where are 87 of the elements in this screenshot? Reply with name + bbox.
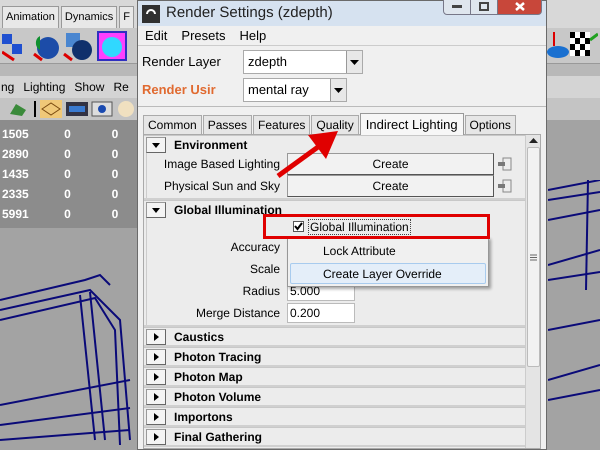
tab[interactable]: Features xyxy=(253,115,310,134)
menu-item[interactable]: Show xyxy=(74,78,104,96)
renderer-dropdown[interactable]: mental ray xyxy=(243,78,347,102)
table-cell-text: 0 xyxy=(110,166,120,183)
maximize-button[interactable] xyxy=(471,0,497,15)
field-label: Radius xyxy=(242,282,281,300)
menu-item[interactable]: Create Layer Override xyxy=(290,263,486,284)
table-cell-text: 1505 xyxy=(1,126,30,143)
section-title: Environment xyxy=(174,136,248,154)
field-label: Render Usir xyxy=(142,81,217,100)
table-cell-text: 0 xyxy=(110,146,120,163)
number-field[interactable]: 0.200 xyxy=(287,302,355,322)
expand-arrow-icon xyxy=(152,372,160,380)
tab[interactable]: Quality xyxy=(311,115,359,134)
section-title: Photon Tracing xyxy=(174,348,262,366)
app-icon xyxy=(142,4,160,22)
tab[interactable]: Options xyxy=(464,115,516,134)
section-title: Caustics xyxy=(174,328,224,346)
window-title: Render Settings (zdepth) xyxy=(166,3,333,24)
minimize-button[interactable] xyxy=(443,0,471,15)
table-cell-text: 5991 xyxy=(1,206,30,223)
connect-icon[interactable] xyxy=(498,178,512,192)
expand-toggle[interactable] xyxy=(146,348,166,364)
collapse-arrow-icon xyxy=(152,140,160,148)
tab[interactable]: Animation xyxy=(2,6,59,28)
field-label: Physical Sun and Sky xyxy=(162,178,281,194)
table-cell-text: 0 xyxy=(110,206,120,223)
section-title: Photon Map xyxy=(174,368,243,386)
collapse-arrow-icon xyxy=(152,206,160,214)
field-label: Merge Distance xyxy=(194,304,281,322)
grip-icon xyxy=(530,254,536,260)
table-cell-text: 0 xyxy=(63,166,72,183)
close-button[interactable] xyxy=(497,0,542,15)
menu-item[interactable]: ng xyxy=(1,78,14,96)
create-button[interactable]: Create xyxy=(287,152,494,174)
expand-toggle[interactable] xyxy=(146,368,166,384)
tab[interactable]: Dynamics xyxy=(60,6,118,28)
dropdown-arrow-icon xyxy=(334,88,343,92)
maximize-icon xyxy=(479,2,489,10)
create-button[interactable]: Create xyxy=(287,174,494,196)
field-label: Image Based Lighting xyxy=(162,156,281,172)
menu-item[interactable]: Help xyxy=(234,26,272,46)
toolbar-icons-drawing[interactable] xyxy=(2,30,130,62)
section-title: Importons xyxy=(174,408,233,426)
table-cell-text: 0 xyxy=(63,186,72,203)
table-cell-text: 0 xyxy=(63,146,72,163)
table-cell-text: 1435 xyxy=(1,166,30,183)
menu-item[interactable]: Lock Attribute xyxy=(290,240,486,261)
expand-arrow-icon xyxy=(152,392,160,400)
menu-item[interactable]: Re xyxy=(113,78,129,96)
table-cell-text: 0 xyxy=(63,126,72,143)
checkbox-label: Global Illumination xyxy=(308,218,411,234)
expand-toggle[interactable] xyxy=(146,136,166,152)
menu-item[interactable]: Edit xyxy=(140,26,172,46)
expand-toggle[interactable] xyxy=(146,428,166,444)
table-cell-text: 2335 xyxy=(1,186,30,203)
field-label: Render Layer xyxy=(142,53,222,72)
menu-item[interactable]: Presets xyxy=(176,26,230,46)
tab[interactable]: F xyxy=(119,6,134,28)
expand-arrow-icon xyxy=(152,332,160,340)
table-cell-text: 0 xyxy=(110,126,120,143)
expand-toggle[interactable] xyxy=(146,328,166,344)
expand-toggle[interactable] xyxy=(146,408,166,424)
menu-item[interactable]: Lighting xyxy=(23,78,66,96)
render-layer-dropdown[interactable]: zdepth xyxy=(243,50,363,74)
expand-toggle[interactable] xyxy=(146,202,166,218)
connect-icon[interactable] xyxy=(498,156,512,170)
tab[interactable]: Indirect Lighting xyxy=(360,113,464,135)
expand-arrow-icon xyxy=(152,412,160,420)
section-title: Photon Volume xyxy=(174,388,262,406)
section-title: Global Illumination xyxy=(174,202,282,218)
tab[interactable]: Passes xyxy=(202,115,252,134)
field-label: Scale xyxy=(248,260,281,278)
expand-toggle[interactable] xyxy=(146,388,166,404)
field-label: Accuracy xyxy=(230,238,281,256)
table-cell-text: 0 xyxy=(63,206,72,223)
checkbox[interactable] xyxy=(293,221,304,232)
expand-arrow-icon xyxy=(152,432,160,440)
dropdown-arrow-icon xyxy=(350,60,359,64)
close-icon xyxy=(514,2,524,10)
minimize-icon xyxy=(452,4,462,8)
scrollbar[interactable] xyxy=(525,135,540,448)
tab[interactable]: Common xyxy=(143,115,202,134)
table-cell-text: 0 xyxy=(110,186,120,203)
table-cell-text: 2890 xyxy=(1,146,30,163)
expand-arrow-icon xyxy=(152,352,160,360)
section-title: Final Gathering xyxy=(174,428,262,446)
